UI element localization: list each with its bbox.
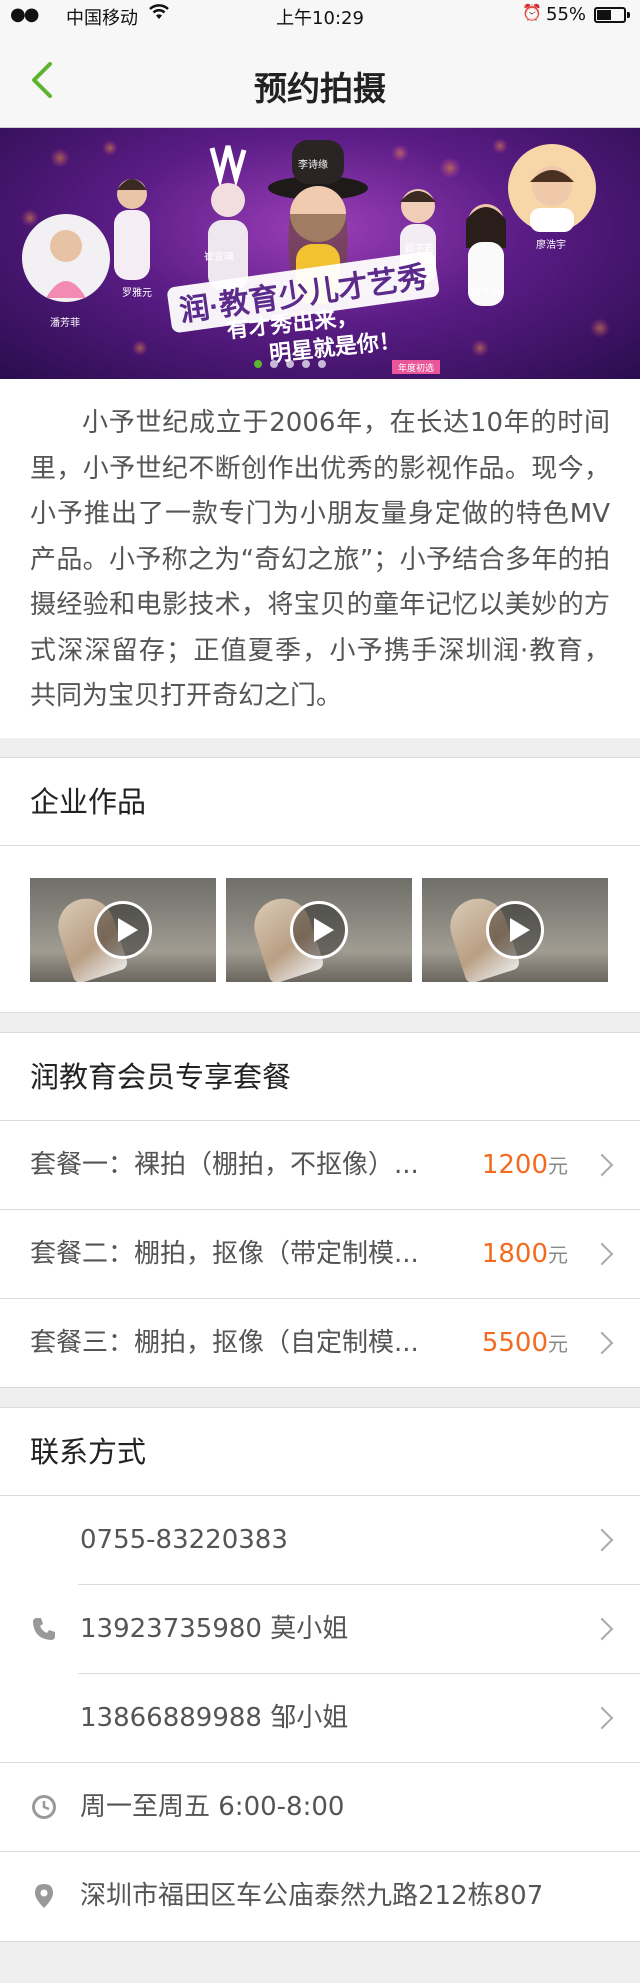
promo-banner[interactable]: 潘芳菲 罗雅元 崔宜璃 李诗缘 郭子若 龚子怡 廖浩宇 润·教育少儿才艺秀 有才… bbox=[0, 128, 640, 379]
package-price: 5500元 bbox=[482, 1299, 568, 1388]
package-name: 套餐二：棚拍，抠像（带定制模... bbox=[30, 1239, 419, 1269]
phone-icon bbox=[30, 1615, 58, 1643]
location-pin-icon bbox=[30, 1882, 58, 1910]
chevron-right-icon bbox=[590, 1528, 614, 1552]
kid-name-2: 罗雅元 bbox=[122, 286, 152, 299]
phone-row-1[interactable]: 0755-83220383 bbox=[0, 1496, 640, 1585]
kid-name-3: 崔宜璃 bbox=[204, 250, 234, 263]
status-bar: ●● 中国移动 上午10:29 ⏰ 55% bbox=[0, 0, 640, 30]
page-title: 预约拍摄 bbox=[254, 69, 386, 108]
video-thumbnail-3[interactable] bbox=[422, 878, 608, 982]
play-icon[interactable] bbox=[486, 901, 544, 959]
intro-text: 小予世纪成立于2006年，在长达10年的时间里，小予世纪不断创作出优秀的影视作品… bbox=[30, 408, 610, 711]
phone-number: 13923735980 莫小姐 bbox=[80, 1614, 349, 1644]
package-name: 套餐一：裸拍（棚拍，不抠像）... bbox=[30, 1150, 419, 1180]
chevron-right-icon bbox=[590, 1617, 614, 1641]
address-row[interactable]: 深圳市福田区车公庙泰然九路212栋807 bbox=[0, 1852, 640, 1941]
price-unit: 元 bbox=[548, 1154, 568, 1178]
play-icon[interactable] bbox=[94, 901, 152, 959]
battery-icon bbox=[594, 7, 630, 23]
intro-section: 小予世纪成立于2006年，在长达10年的时间里，小予世纪不断创作出优秀的影视作品… bbox=[0, 379, 640, 738]
chevron-right-icon bbox=[590, 1706, 614, 1730]
kid-photo-3 bbox=[208, 145, 248, 290]
works-section: 企业作品 bbox=[0, 757, 640, 1013]
phone-row-3[interactable]: 13866889988 邹小姐 bbox=[0, 1674, 640, 1763]
chevron-right-icon bbox=[590, 1242, 614, 1266]
price-value: 5500 bbox=[481, 1328, 548, 1358]
clock-icon bbox=[30, 1793, 58, 1821]
video-thumbnail-1[interactable] bbox=[30, 878, 216, 982]
alarm-icon: ⏰ bbox=[522, 3, 542, 22]
kid-name-6: 龚子怡 bbox=[470, 286, 500, 299]
packages-section: 润教育会员专享套餐 套餐一：裸拍（棚拍，不抠像）... 1200元 套餐二：棚拍… bbox=[0, 1032, 640, 1388]
price-unit: 元 bbox=[548, 1243, 568, 1267]
nav-bar: 预约拍摄 bbox=[0, 30, 640, 128]
contact-title: 联系方式 bbox=[0, 1408, 640, 1496]
package-row-3[interactable]: 套餐三：棚拍，抠像（自定制模... 5500元 bbox=[0, 1299, 640, 1388]
price-unit: 元 bbox=[548, 1332, 568, 1356]
banner-tag: 年度初选 bbox=[398, 362, 434, 373]
package-row-2[interactable]: 套餐二：棚拍，抠像（带定制模... 1800元 bbox=[0, 1210, 640, 1299]
kid-name-1: 潘芳菲 bbox=[50, 316, 80, 329]
package-row-1[interactable]: 套餐一：裸拍（棚拍，不抠像）... 1200元 bbox=[0, 1121, 640, 1210]
packages-title: 润教育会员专享套餐 bbox=[0, 1033, 640, 1121]
kid-photo-7 bbox=[508, 144, 596, 232]
phone-number: 0755-83220383 bbox=[80, 1525, 288, 1555]
clock-label: 上午10:29 bbox=[276, 8, 364, 29]
battery-fill bbox=[597, 10, 612, 20]
contact-section: 联系方式 0755-83220383 13923735980 莫小姐 13866… bbox=[0, 1407, 640, 1942]
address-text: 深圳市福田区车公庙泰然九路212栋807 bbox=[80, 1881, 544, 1911]
phone-number: 13866889988 邹小姐 bbox=[80, 1703, 349, 1733]
kid-photo-2 bbox=[114, 179, 150, 280]
package-price: 1200元 bbox=[482, 1121, 568, 1210]
kid-name-7: 廖浩宇 bbox=[536, 238, 566, 251]
chevron-right-icon bbox=[590, 1331, 614, 1355]
kid-photo-1 bbox=[22, 214, 110, 302]
phone-row-2[interactable]: 13923735980 莫小姐 bbox=[0, 1585, 640, 1674]
hours-row: 周一至周五 6:00-8:00 bbox=[0, 1763, 640, 1852]
chevron-right-icon bbox=[590, 1153, 614, 1177]
business-hours: 周一至周五 6:00-8:00 bbox=[80, 1792, 345, 1822]
play-icon[interactable] bbox=[290, 901, 348, 959]
works-title: 企业作品 bbox=[0, 758, 640, 846]
kid-name-4: 李诗缘 bbox=[298, 158, 328, 171]
price-value: 1800 bbox=[481, 1239, 548, 1269]
price-value: 1200 bbox=[481, 1150, 548, 1180]
package-price: 1800元 bbox=[482, 1210, 568, 1299]
battery-percent: 55% bbox=[546, 4, 587, 25]
package-name: 套餐三：棚拍，抠像（自定制模... bbox=[30, 1328, 419, 1358]
video-thumbnail-2[interactable] bbox=[226, 878, 412, 982]
